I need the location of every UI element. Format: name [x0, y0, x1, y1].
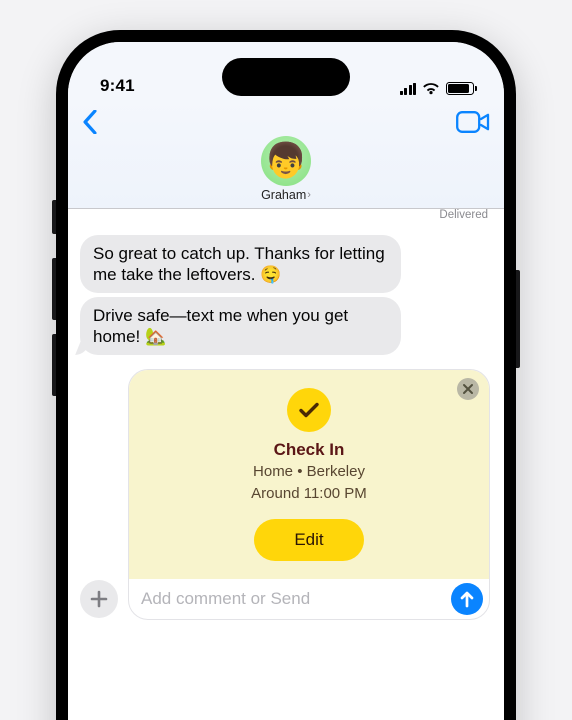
checkin-attachment: Check In Home • Berkeley Around 11:00 PM…	[128, 369, 490, 619]
apps-plus-button[interactable]	[80, 580, 118, 618]
chevron-right-icon: ›	[307, 189, 311, 201]
phone-frame: 9:41	[56, 30, 516, 720]
checkin-title: Check In	[143, 440, 475, 460]
checkin-badge-icon	[287, 388, 331, 432]
dynamic-island	[222, 58, 350, 96]
cellular-icon	[400, 83, 417, 95]
message-bubble[interactable]: So great to catch up. Thanks for letting…	[80, 235, 401, 293]
power-button	[516, 270, 520, 368]
checkin-edit-button[interactable]: Edit	[254, 519, 364, 561]
status-time: 9:41	[100, 76, 135, 96]
checkin-location: Home • Berkeley	[143, 462, 475, 481]
compose-bar[interactable]: Add comment or Send	[129, 579, 489, 619]
contact-avatar[interactable]: 👦	[261, 136, 311, 186]
delivered-label: Delivered	[439, 209, 488, 221]
message-bubble[interactable]: Drive safe—text me when you get home! 🏡	[80, 297, 401, 355]
back-button[interactable]	[82, 102, 122, 142]
side-button	[52, 200, 56, 234]
conversation-header: 👦 Graham ›	[68, 98, 504, 209]
avatar-icon: 👦	[265, 144, 307, 178]
messages-list[interactable]: Delivered So great to catch up. Thanks f…	[68, 209, 504, 720]
facetime-button[interactable]	[450, 102, 490, 142]
checkin-time: Around 11:00 PM	[143, 484, 475, 503]
send-button[interactable]	[451, 583, 483, 615]
contact-name[interactable]: Graham ›	[261, 188, 311, 202]
compose-placeholder: Add comment or Send	[141, 589, 451, 609]
remove-attachment-button[interactable]	[457, 378, 479, 400]
volume-up-button	[52, 258, 56, 320]
contact-name-text: Graham	[261, 188, 306, 202]
battery-icon	[446, 82, 474, 95]
wifi-icon	[422, 82, 440, 95]
volume-down-button	[52, 334, 56, 396]
